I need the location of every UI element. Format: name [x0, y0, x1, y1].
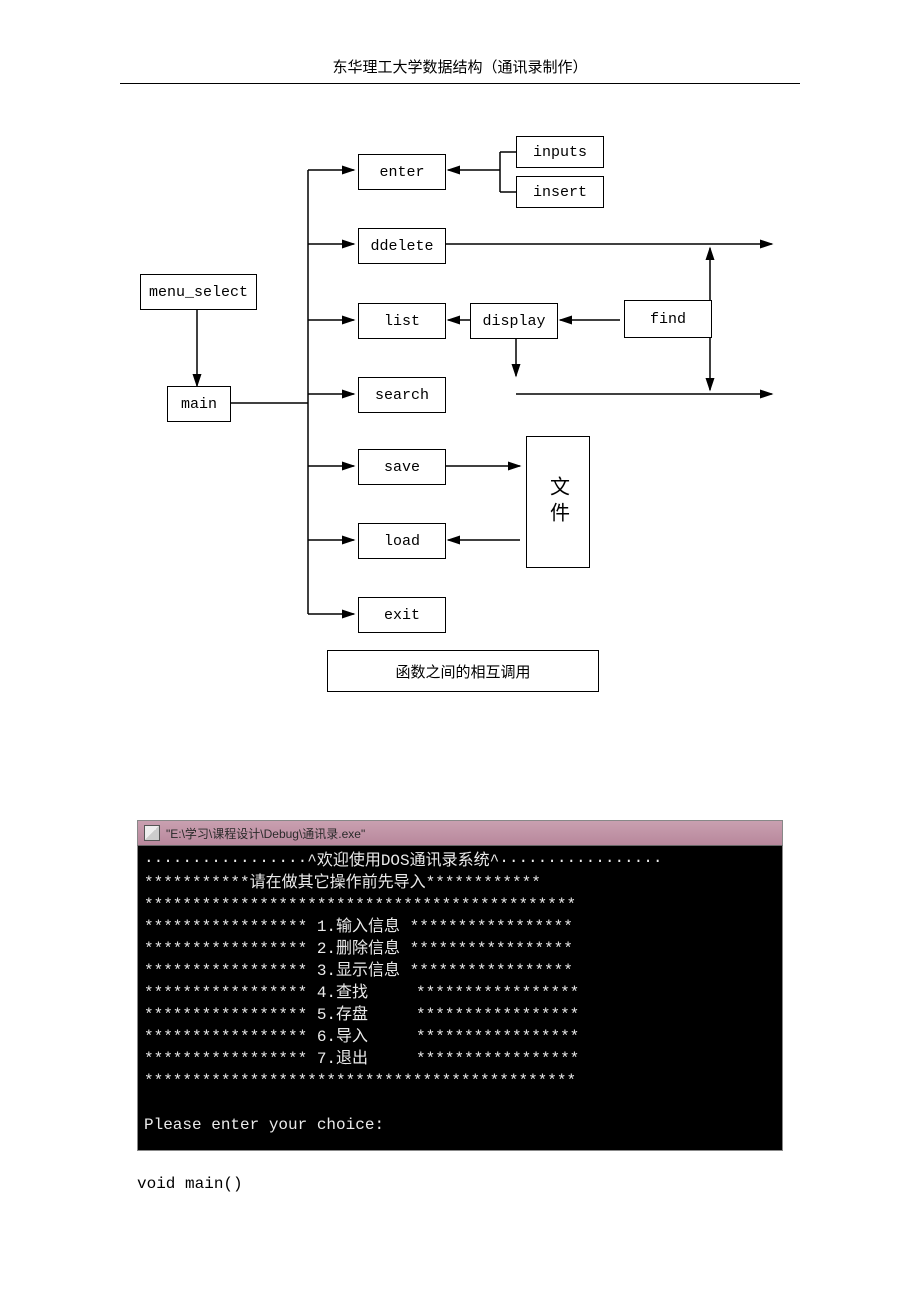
console-body: ·················^欢迎使用DOS通讯录系统^·········… [137, 846, 783, 1151]
diagram-caption: 函数之间的相互调用 [327, 650, 599, 692]
box-search: search [358, 377, 446, 413]
box-insert: insert [516, 176, 604, 208]
box-ddelete: ddelete [358, 228, 446, 264]
box-menu-select: menu_select [140, 274, 257, 310]
c-line1: ·················^欢迎使用DOS通讯录系统^·········… [144, 852, 662, 870]
code-snippet: void main() [137, 1175, 243, 1193]
box-list: list [358, 303, 446, 339]
c-m7: ***************** 7.退出 ***************** [144, 1050, 579, 1068]
console-title-text: "E:\学习\课程设计\Debug\通讯录.exe" [166, 825, 365, 842]
box-main: main [167, 386, 231, 422]
c-line2: ***********请在做其它操作前先导入************ [144, 874, 541, 892]
box-display: display [470, 303, 558, 339]
box-find: find [624, 300, 712, 338]
diagram-connectors [0, 114, 920, 674]
c-m5: ***************** 5.存盘 ***************** [144, 1006, 579, 1024]
c-m4: ***************** 4.查找 ***************** [144, 984, 579, 1002]
function-call-diagram: menu_select main enter ddelete list sear… [0, 114, 920, 674]
c-m1: ***************** 1.输入信息 ***************… [144, 918, 573, 936]
console-titlebar: "E:\学习\课程设计\Debug\通讯录.exe" [137, 820, 783, 846]
c-line3: ****************************************… [144, 896, 576, 914]
console-window: "E:\学习\课程设计\Debug\通讯录.exe" ·············… [137, 820, 783, 1151]
c-m6: ***************** 6.导入 ***************** [144, 1028, 579, 1046]
box-inputs: inputs [516, 136, 604, 168]
c-m3: ***************** 3.显示信息 ***************… [144, 962, 573, 980]
box-load: load [358, 523, 446, 559]
box-exit: exit [358, 597, 446, 633]
header-rule [120, 83, 800, 84]
box-save: save [358, 449, 446, 485]
app-icon [144, 825, 160, 841]
c-m2: ***************** 2.删除信息 ***************… [144, 940, 573, 958]
page-header: 东华理工大学数据结构（通讯录制作） [0, 0, 920, 83]
box-enter: enter [358, 154, 446, 190]
c-prompt: Please enter your choice: [144, 1116, 384, 1134]
c-line4: ****************************************… [144, 1072, 576, 1090]
box-file: 文件 [526, 436, 590, 568]
